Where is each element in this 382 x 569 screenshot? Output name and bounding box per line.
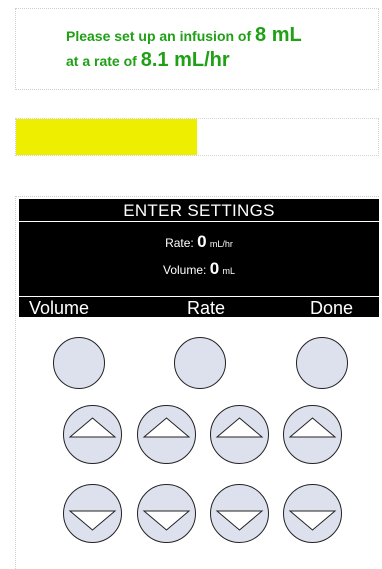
pump-display: ENTER SETTINGS Rate: 0 mL/hr Volume: 0 m… bbox=[19, 199, 379, 318]
display-softkey-divider bbox=[19, 296, 379, 297]
pump-device: ENTER SETTINGS Rate: 0 mL/hr Volume: 0 m… bbox=[15, 196, 379, 569]
softkey-label-done: Done bbox=[310, 298, 354, 318]
target-volume: 8 mL bbox=[255, 24, 302, 46]
display-title: ENTER SETTINGS bbox=[123, 201, 275, 220]
done-softkey-button[interactable] bbox=[296, 337, 348, 389]
display-rate-value: 0 bbox=[197, 232, 207, 251]
down-arrow-icon bbox=[142, 510, 191, 531]
down-arrow-icon bbox=[288, 510, 337, 531]
progress-bar bbox=[15, 118, 379, 156]
digit-3-up-button[interactable] bbox=[210, 405, 269, 464]
display-rate-unit: mL/hr bbox=[209, 239, 233, 249]
digit-4-down-button[interactable] bbox=[283, 484, 342, 543]
target-rate: 8.1 mL/hr bbox=[140, 49, 230, 71]
digit-2-down-button[interactable] bbox=[137, 484, 196, 543]
display-rate-label: Rate: bbox=[165, 236, 198, 250]
rate-softkey-button[interactable] bbox=[174, 337, 226, 389]
display-volume-unit: mL bbox=[222, 266, 236, 276]
progress-fill bbox=[16, 119, 197, 155]
digit-2-up-button[interactable] bbox=[137, 405, 196, 464]
instruction-line1-prefix: Please set up an infusion of bbox=[66, 28, 256, 44]
up-arrow-icon bbox=[215, 417, 264, 438]
instruction-line2-prefix: at a rate of bbox=[66, 53, 141, 69]
down-arrow-icon bbox=[215, 510, 264, 531]
down-arrow-icon bbox=[68, 510, 117, 531]
display-volume-label: Volume: bbox=[162, 263, 210, 277]
instruction-box: Please set up an infusion of 8 mL at a r… bbox=[15, 8, 379, 90]
up-arrow-icon bbox=[142, 417, 191, 438]
up-arrow-icon bbox=[68, 417, 117, 438]
display-volume-line: Volume: 0 mL bbox=[19, 259, 379, 279]
softkey-label-volume: Volume bbox=[29, 298, 90, 318]
softkey-label-rate: Rate bbox=[187, 298, 226, 318]
instruction-text: Please set up an infusion of 8 mL at a r… bbox=[66, 23, 376, 73]
digit-4-up-button[interactable] bbox=[283, 405, 342, 464]
digit-3-down-button[interactable] bbox=[210, 484, 269, 543]
up-arrow-icon bbox=[288, 417, 337, 438]
display-volume-value: 0 bbox=[209, 259, 220, 278]
display-rate-line: Rate: 0 mL/hr bbox=[19, 232, 379, 252]
volume-softkey-button[interactable] bbox=[53, 337, 105, 389]
digit-1-down-button[interactable] bbox=[63, 484, 122, 543]
display-title-divider bbox=[19, 221, 379, 222]
digit-1-up-button[interactable] bbox=[63, 405, 122, 464]
